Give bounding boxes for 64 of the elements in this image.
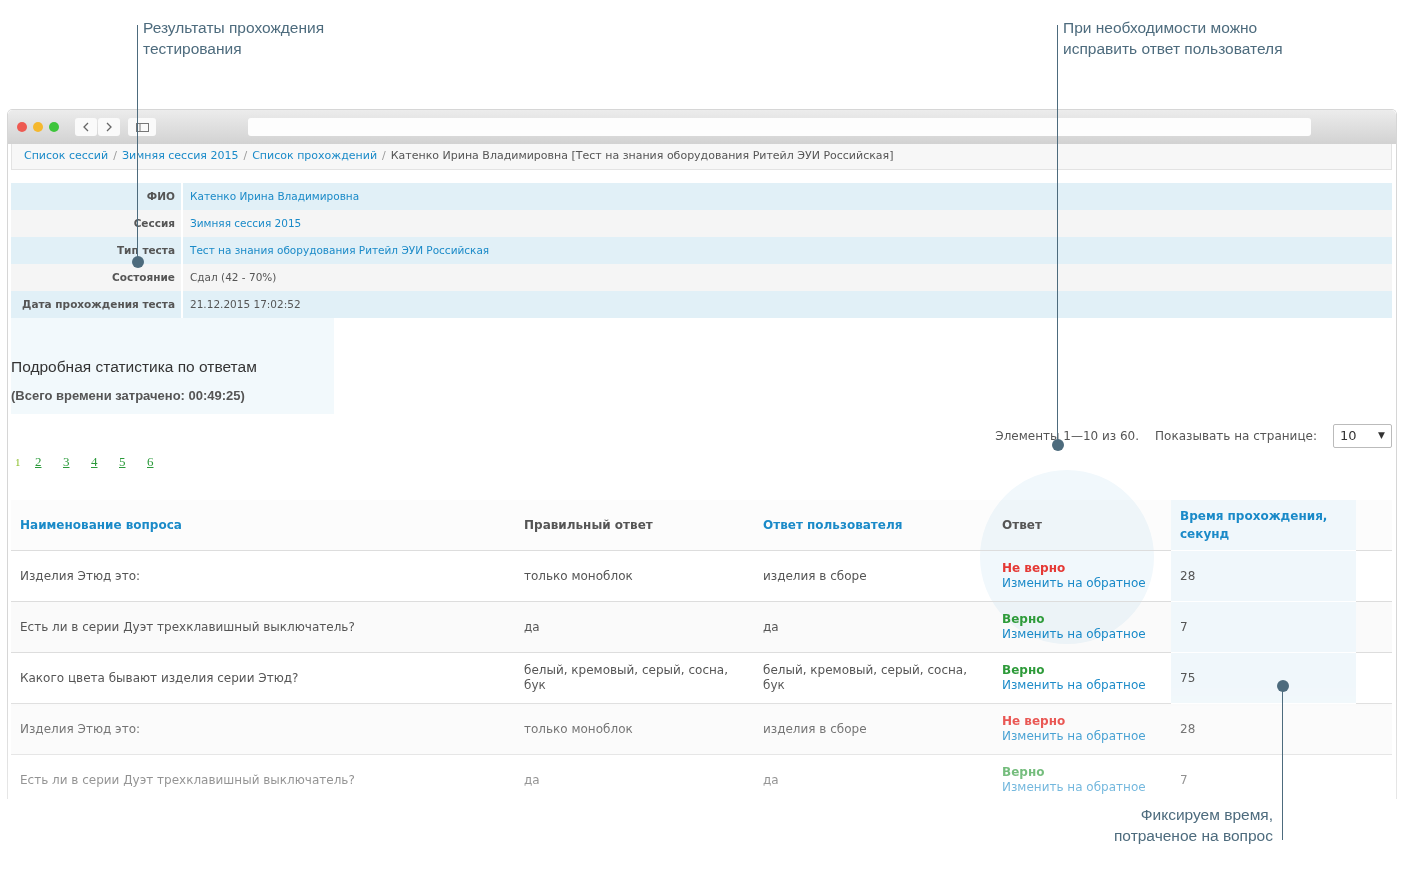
- correct-status: Верно: [1002, 612, 1045, 626]
- page-link[interactable]: 4: [91, 452, 119, 472]
- table-cell: 75: [1180, 670, 1196, 685]
- info-value: 21.12.2015 17:02:52: [189, 296, 301, 312]
- info-link[interactable]: Катенко Ирина Владимировна: [183, 188, 360, 205]
- breadcrumb-separator: /: [243, 148, 248, 165]
- section-heading: Подробная статистика по ответам: [11, 358, 258, 377]
- toggle-answer-link[interactable]: Изменить на обратное: [1002, 627, 1146, 641]
- back-icon: [82, 122, 90, 132]
- incorrect-status: Не верно: [1002, 714, 1066, 728]
- info-link[interactable]: Тест на знания оборудования Ритейл ЭУИ Российская: [183, 242, 490, 259]
- table-cell: да: [763, 772, 779, 787]
- leader-dot: [1051, 439, 1064, 451]
- sidebar-button[interactable]: [128, 118, 156, 136]
- table-cell: изделия в сборе: [763, 721, 867, 736]
- table-cell: 7: [1180, 772, 1188, 787]
- forward-button[interactable]: [98, 118, 120, 136]
- page-link[interactable]: 6: [147, 452, 175, 472]
- table-cell: 28: [1180, 568, 1196, 583]
- breadcrumb-separator: /: [113, 148, 117, 165]
- table-cell: только моноблок: [524, 568, 633, 583]
- table-cell: да: [763, 619, 779, 634]
- total-time-text: (Всего времени затрачено: 00:49:25): [11, 386, 246, 405]
- table-cell: да: [524, 619, 540, 634]
- correct-status: Верно: [1002, 663, 1045, 677]
- table-cell: белый, кремовый, серый, сосна, бук: [763, 663, 968, 692]
- page-link[interactable]: 5: [119, 452, 147, 472]
- incorrect-status: Не верно: [1002, 561, 1066, 575]
- table-cell: Есть ли в серии Дуэт трехклавишный выключатель?: [20, 772, 355, 787]
- sortable-column-header[interactable]: Время прохождения, секунд: [1171, 499, 1356, 551]
- table-cell: да: [524, 772, 540, 787]
- table-cell: 7: [1180, 619, 1188, 634]
- info-value: Сдал (42 - 70%): [189, 269, 277, 285]
- correct-status: Верно: [1002, 765, 1045, 779]
- table-cell: Какого цвета бывают изделия серии Этюд?: [20, 670, 299, 685]
- toggle-answer-link[interactable]: Изменить на обратное: [1002, 678, 1146, 692]
- callout-text: Фиксируем время, потраченое на вопрос: [1112, 805, 1273, 846]
- table-cell: Изделия Этюд это:: [20, 568, 141, 583]
- dropdown-arrow-icon: ▼: [1378, 429, 1385, 443]
- toggle-answer-link[interactable]: Изменить на обратное: [1002, 576, 1146, 590]
- breadcrumb-link[interactable]: Список сессий: [24, 148, 109, 165]
- info-link[interactable]: Зимняя сессия 2015: [183, 215, 302, 232]
- table-cell: изделия в сборе: [763, 568, 867, 583]
- breadcrumb-link[interactable]: Список прохождений: [252, 148, 378, 165]
- back-button[interactable]: [75, 118, 97, 136]
- per-page-label: Показывать на странице:: [1155, 428, 1317, 445]
- page-link[interactable]: 3: [63, 452, 91, 472]
- page-link[interactable]: 2: [35, 452, 63, 472]
- per-page-select[interactable]: 10 ▼: [1333, 424, 1392, 448]
- column-header: Ответ: [993, 499, 1171, 551]
- callout-text: При необходимости можно исправить ответ пользователя: [1063, 18, 1284, 59]
- table-cell: Есть ли в серии Дуэт трехклавишный выключатель?: [20, 619, 355, 634]
- toggle-answer-link[interactable]: Изменить на обратное: [1002, 729, 1146, 743]
- table-cell: 28: [1180, 721, 1196, 736]
- breadcrumb-separator: /: [382, 148, 386, 165]
- sidebar-icon: [135, 122, 149, 132]
- table-cell: Изделия Этюд это:: [20, 721, 141, 736]
- toggle-answer-link[interactable]: Изменить на обратное: [1002, 780, 1146, 794]
- forward-icon: [105, 122, 113, 132]
- callout-text: Результаты прохождения тестирования: [143, 18, 326, 59]
- current-page[interactable]: 1: [15, 452, 35, 472]
- breadcrumb-current: Катенко Ирина Владимировна [Тест на знания оборудования Ритейл ЭУИ Российская]: [390, 148, 894, 165]
- table-cell: белый, кремовый, серый, сосна, бук: [524, 663, 729, 692]
- table-cell: только моноблок: [524, 721, 633, 736]
